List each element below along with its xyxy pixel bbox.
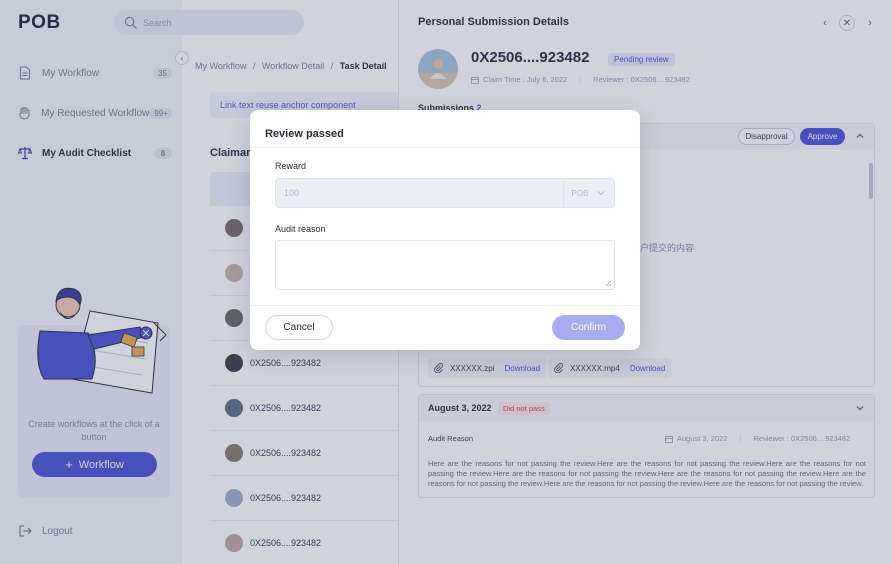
review-passed-dialog: Review passed Reward 100 POB Audit reaso… bbox=[250, 110, 640, 350]
audit-reason-label: Audit reason bbox=[275, 224, 326, 234]
divider bbox=[250, 305, 640, 306]
reward-input[interactable]: 100 POB bbox=[275, 178, 615, 208]
chevron-down-icon bbox=[598, 191, 605, 196]
reward-unit: POB bbox=[571, 188, 589, 198]
reward-unit-select[interactable]: POB bbox=[563, 179, 614, 207]
confirm-button[interactable]: Confirm bbox=[552, 315, 625, 340]
resize-handle-icon[interactable] bbox=[605, 280, 612, 287]
audit-reason-textarea[interactable] bbox=[275, 240, 615, 290]
reward-label: Reward bbox=[275, 161, 307, 171]
dialog-title: Review passed bbox=[265, 128, 344, 140]
reward-value: 100 bbox=[284, 188, 300, 198]
divider bbox=[250, 147, 640, 148]
cancel-button[interactable]: Cancel bbox=[265, 315, 333, 340]
